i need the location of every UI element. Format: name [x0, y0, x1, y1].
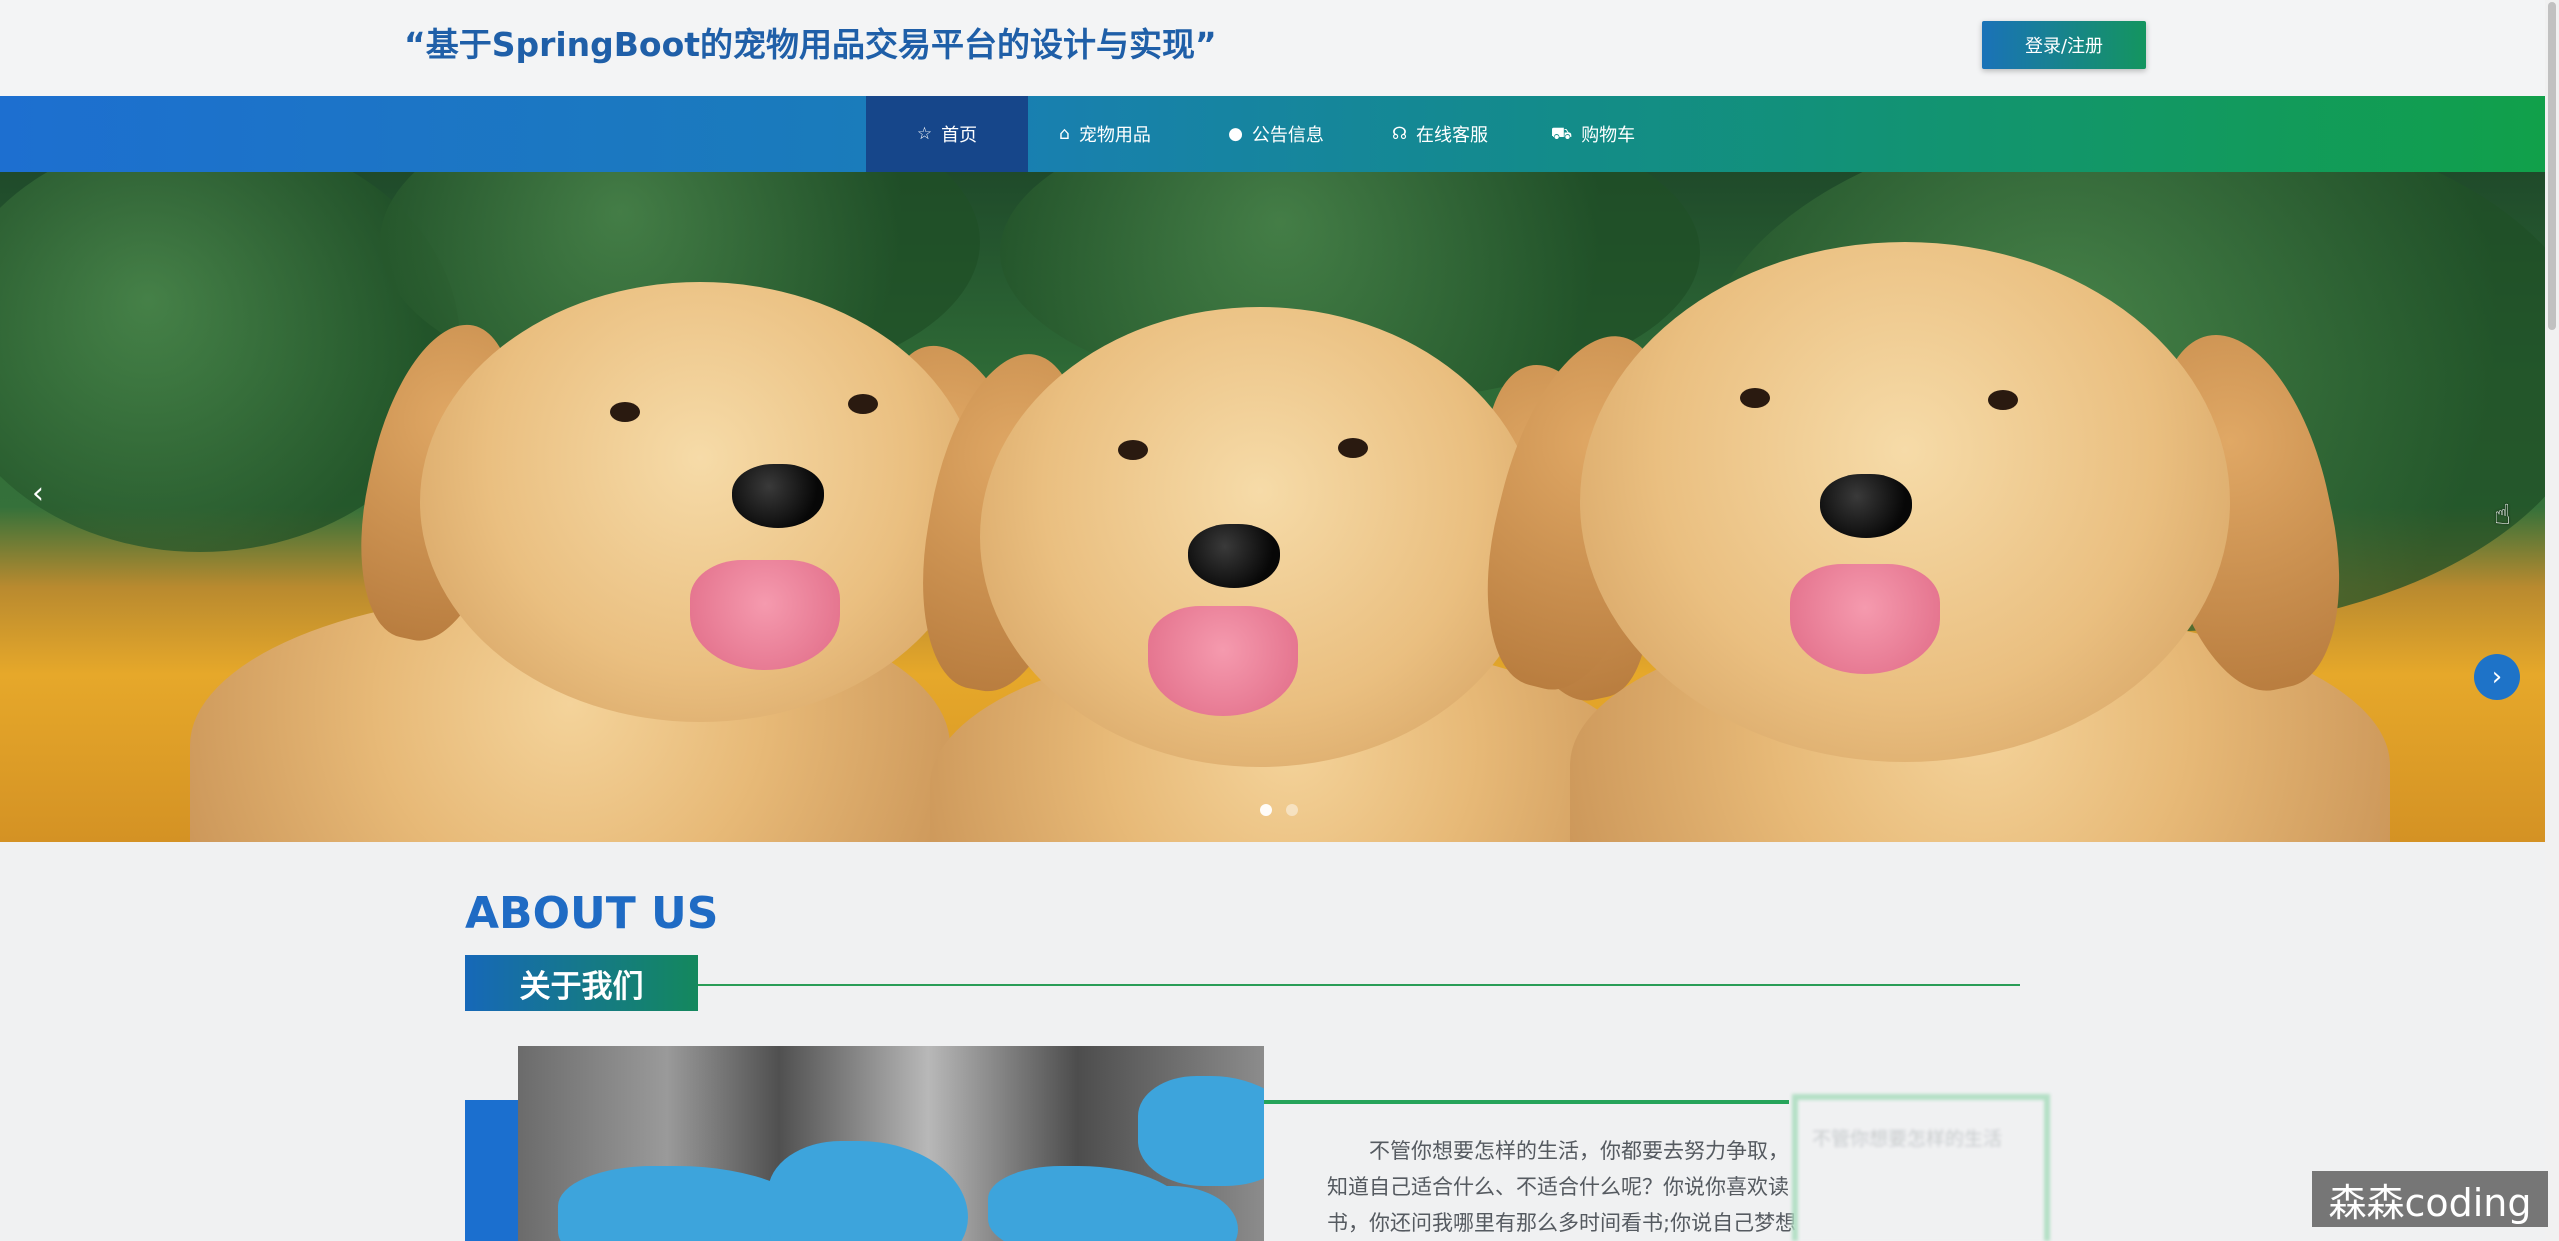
carousel-dot[interactable] — [1260, 804, 1272, 816]
about-text-overlay: 不管你想要怎样的生活 — [1792, 1094, 2050, 1241]
main-nav: ☆ 首页 ⌂ 宠物用品 ● 公告信息 ☊ 在线客服 ⛟ 购物车 — [0, 96, 2545, 172]
nav-item-announcements[interactable]: ● 公告信息 — [1206, 96, 1346, 172]
site-title: “基于SpringBoot的宠物用品交易平台的设计与实现” — [404, 25, 1217, 64]
carousel-indicators — [1260, 804, 1298, 816]
about-text-divider — [1264, 1100, 1789, 1104]
nav-item-label: 宠物用品 — [1078, 125, 1151, 146]
banner-carousel: ‹ › — [0, 172, 2545, 842]
nav-item-label: 购物车 — [1581, 125, 1636, 146]
nav-item-pet-supplies[interactable]: ⌂ 宠物用品 — [1040, 96, 1170, 172]
about-accent-bar — [465, 1100, 520, 1241]
hand-cursor-icon: ☝ — [2494, 498, 2512, 531]
about-subtitle: 关于我们 — [465, 955, 698, 1011]
header: “基于SpringBoot的宠物用品交易平台的设计与实现” 登录/注册 — [0, 0, 2559, 96]
login-register-button[interactable]: 登录/注册 — [1982, 21, 2146, 69]
nav-item-label: 在线客服 — [1416, 125, 1489, 146]
cart-icon: ⛟ — [1550, 123, 1573, 144]
bag-icon: ⌂ — [1059, 123, 1070, 144]
banner-image — [0, 172, 2545, 842]
nav-item-customer-service[interactable]: ☊ 在线客服 — [1370, 96, 1510, 172]
page-scrollbar[interactable] — [2545, 0, 2559, 1241]
watermark: 森森coding — [2312, 1171, 2548, 1227]
nav-item-label: 公告信息 — [1251, 125, 1324, 146]
about-image — [518, 1046, 1264, 1241]
carousel-next-button[interactable]: › — [2474, 654, 2520, 700]
star-icon: ☆ — [916, 123, 933, 144]
nav-item-label: 首页 — [941, 125, 978, 146]
about-faded-text: 不管你想要怎样的生活 — [1812, 1128, 2003, 1150]
carousel-prev-button[interactable]: ‹ — [20, 475, 56, 511]
about-divider — [698, 984, 2020, 986]
info-icon: ● — [1228, 123, 1243, 144]
scroll-thumb[interactable] — [2548, 2, 2556, 330]
nav-item-cart[interactable]: ⛟ 购物车 — [1538, 96, 1648, 172]
about-text: 不管你想要怎样的生活，你都要去努力争取，知道自己适合什么、不适合什么呢？你说你喜… — [1327, 1139, 1797, 1235]
about-title: ABOUT US — [465, 888, 719, 939]
nav-item-home[interactable]: ☆ 首页 — [866, 96, 1028, 172]
carousel-dot[interactable] — [1286, 804, 1298, 816]
headset-icon: ☊ — [1391, 123, 1408, 144]
